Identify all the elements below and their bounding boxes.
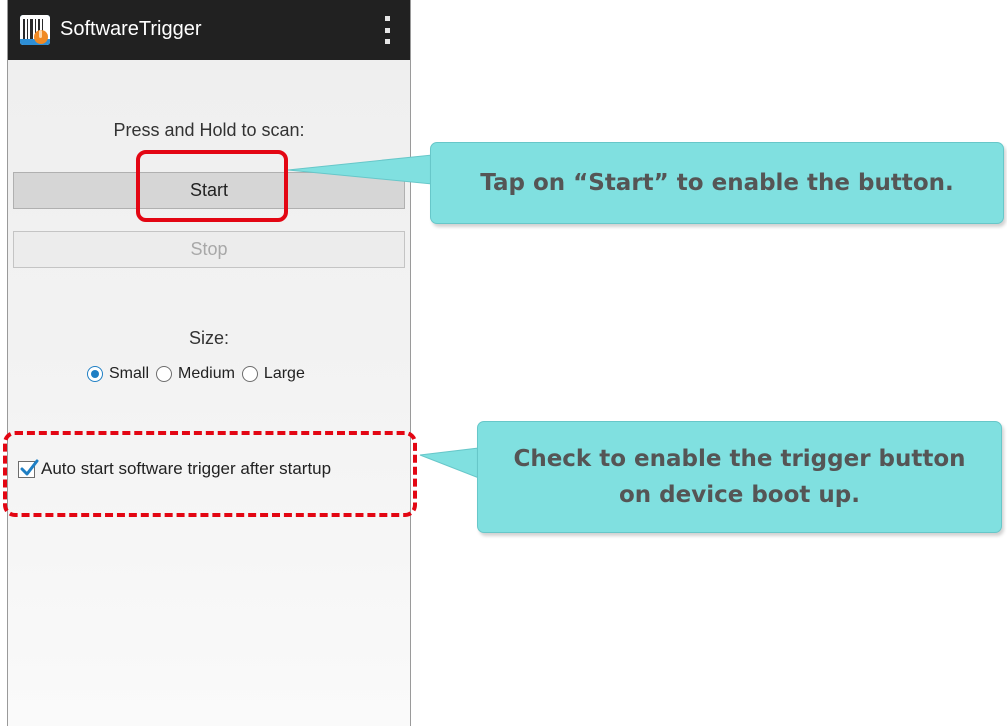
- auto-callout-line-1: Check to enable the trigger button: [513, 446, 966, 472]
- callout-pointer-start: [287, 154, 433, 185]
- auto-start-callout: Check to enable the trigger button on de…: [477, 421, 1002, 533]
- start-callout: Tap on “Start” to enable the button.: [430, 142, 1004, 224]
- start-callout-text: Tap on “Start” to enable the button.: [480, 170, 954, 196]
- callout-pointer-auto: [419, 447, 480, 479]
- auto-callout-line-2: on device boot up.: [618, 482, 860, 508]
- callout-pointers: [287, 154, 480, 479]
